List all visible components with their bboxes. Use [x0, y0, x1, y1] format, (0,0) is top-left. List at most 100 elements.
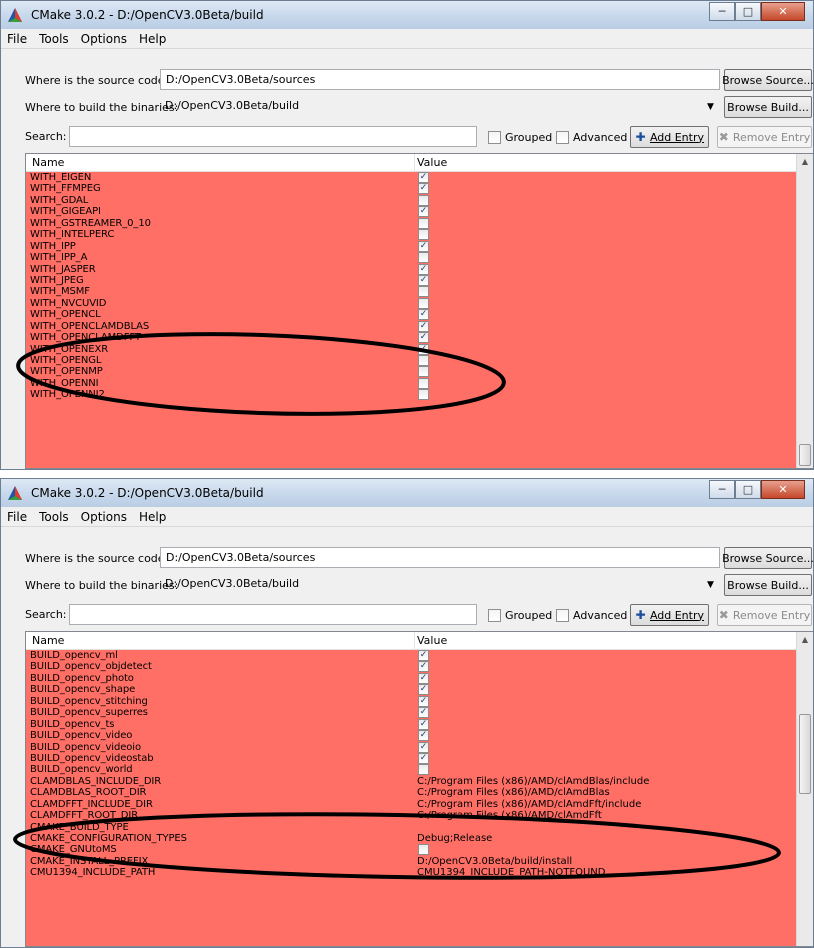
- row-value-checkbox[interactable]: [418, 252, 429, 264]
- row-value-checkbox[interactable]: ✓: [418, 752, 429, 764]
- row-value-checkbox[interactable]: [418, 286, 429, 298]
- menu-help[interactable]: Help: [139, 510, 166, 524]
- row-value-checkbox[interactable]: ✓: [418, 183, 429, 195]
- table-row[interactable]: BUILD_opencv_stitching ✓: [26, 695, 798, 707]
- table-row[interactable]: CLAMDBLAS_INCLUDE_DIR C:/Program Files (x…: [26, 776, 798, 787]
- table-row[interactable]: WITH_OPENCL ✓: [26, 309, 798, 321]
- maximize-button[interactable]: □: [735, 2, 761, 21]
- row-value[interactable]: Debug;Release: [417, 833, 492, 844]
- browse-source-button[interactable]: Browse Source...: [722, 69, 813, 91]
- advanced-checkbox[interactable]: [556, 609, 569, 622]
- table-row[interactable]: WITH_MSMF: [26, 286, 798, 298]
- vertical-scrollbar[interactable]: ▲: [796, 154, 813, 468]
- menu-options[interactable]: Options: [81, 510, 127, 524]
- table-row[interactable]: WITH_OPENCLAMDBLAS ✓: [26, 320, 798, 332]
- row-value-checkbox[interactable]: [418, 229, 429, 241]
- table-row[interactable]: WITH_NVCUVID: [26, 297, 798, 309]
- row-value-checkbox[interactable]: [418, 355, 429, 366]
- row-value-checkbox[interactable]: ✓: [418, 172, 429, 183]
- row-value[interactable]: C:/Program Files (x86)/AMD/clAmdFft/incl…: [417, 799, 641, 810]
- close-button[interactable]: ✕: [761, 480, 805, 499]
- source-input[interactable]: D:/OpenCV3.0Beta/sources: [160, 69, 720, 90]
- add-entry-button[interactable]: ✚ Add Entry: [630, 126, 709, 148]
- row-value-checkbox[interactable]: ✓: [418, 263, 429, 275]
- scroll-thumb[interactable]: [799, 444, 811, 466]
- table-row[interactable]: WITH_IPP_A: [26, 252, 798, 264]
- row-value-checkbox[interactable]: [418, 194, 429, 206]
- row-value-checkbox[interactable]: [418, 366, 429, 378]
- row-value-checkbox[interactable]: [418, 377, 429, 389]
- column-header-value[interactable]: Value: [417, 634, 447, 647]
- table-row[interactable]: WITH_OPENGL: [26, 355, 798, 366]
- table-row[interactable]: CMAKE_INSTALL_PREFIX D:/OpenCV3.0Beta/bui…: [26, 856, 798, 867]
- row-value-checkbox[interactable]: ✓: [418, 707, 429, 719]
- scroll-thumb[interactable]: [799, 714, 811, 794]
- build-combobox[interactable]: D:/OpenCV3.0Beta/build: [160, 96, 720, 117]
- row-value-checkbox[interactable]: [418, 297, 429, 309]
- row-value-checkbox[interactable]: ✓: [418, 650, 429, 661]
- row-value[interactable]: C:/Program Files (x86)/AMD/clAmdBlas/inc…: [417, 776, 649, 787]
- row-value-checkbox[interactable]: [418, 764, 429, 776]
- table-row[interactable]: WITH_EIGEN ✓: [26, 172, 798, 183]
- remove-entry-button[interactable]: ✖ Remove Entry: [717, 126, 812, 148]
- vertical-scrollbar[interactable]: ▲: [796, 632, 813, 946]
- menu-tools[interactable]: Tools: [39, 510, 69, 524]
- search-input[interactable]: [69, 604, 477, 625]
- menu-help[interactable]: Help: [139, 32, 166, 46]
- table-row[interactable]: BUILD_opencv_videostab ✓: [26, 752, 798, 764]
- row-value[interactable]: C:/Program Files (x86)/AMD/clAmdBlas: [417, 787, 610, 798]
- maximize-button[interactable]: □: [735, 480, 761, 499]
- menu-file[interactable]: File: [7, 32, 27, 46]
- table-row[interactable]: BUILD_opencv_photo ✓: [26, 672, 798, 684]
- table-row[interactable]: WITH_IPP ✓: [26, 240, 798, 252]
- column-header-name[interactable]: Name: [32, 156, 64, 169]
- table-row[interactable]: BUILD_opencv_superres ✓: [26, 707, 798, 719]
- row-value-checkbox[interactable]: ✓: [418, 695, 429, 707]
- table-row[interactable]: WITH_GIGEAPI ✓: [26, 206, 798, 218]
- table-row[interactable]: CMAKE_GNUtoMS: [26, 844, 798, 856]
- table-row[interactable]: BUILD_opencv_world: [26, 764, 798, 776]
- row-value-checkbox[interactable]: ✓: [418, 274, 429, 286]
- advanced-checkbox[interactable]: [556, 131, 569, 144]
- scroll-up-icon[interactable]: ▲: [797, 154, 813, 170]
- table-row[interactable]: WITH_OPENCLAMDFFT ✓: [26, 332, 798, 344]
- row-value-checkbox[interactable]: ✓: [418, 672, 429, 684]
- table-row[interactable]: BUILD_opencv_objdetect ✓: [26, 661, 798, 673]
- row-value-checkbox[interactable]: ✓: [418, 240, 429, 252]
- table-row[interactable]: WITH_JASPER ✓: [26, 263, 798, 275]
- table-row[interactable]: CMAKE_CONFIGURATION_TYPES Debug;Release: [26, 833, 798, 844]
- browse-build-button[interactable]: Browse Build...: [724, 574, 812, 596]
- row-value[interactable]: D:/OpenCV3.0Beta/build/install: [417, 856, 572, 867]
- row-value-checkbox[interactable]: ✓: [418, 309, 429, 321]
- table-row[interactable]: BUILD_opencv_ml ✓: [26, 650, 798, 661]
- close-button[interactable]: ✕: [761, 2, 805, 21]
- menu-options[interactable]: Options: [81, 32, 127, 46]
- row-value-checkbox[interactable]: ✓: [418, 320, 429, 332]
- minimize-button[interactable]: ─: [709, 480, 735, 499]
- table-row[interactable]: WITH_OPENNI: [26, 377, 798, 389]
- table-row[interactable]: WITH_INTELPERC: [26, 229, 798, 241]
- table-row[interactable]: BUILD_opencv_videoio ✓: [26, 741, 798, 753]
- row-value[interactable]: CMU1394_INCLUDE_PATH-NOTFOUND: [417, 867, 605, 878]
- row-value-checkbox[interactable]: ✓: [418, 718, 429, 730]
- row-value-checkbox[interactable]: ✓: [418, 661, 429, 673]
- row-value-checkbox[interactable]: [418, 844, 429, 856]
- grouped-checkbox[interactable]: [488, 609, 501, 622]
- table-row[interactable]: WITH_OPENMP: [26, 366, 798, 378]
- column-header-name[interactable]: Name: [32, 634, 64, 647]
- row-value-checkbox[interactable]: ✓: [418, 343, 429, 355]
- column-header-value[interactable]: Value: [417, 156, 447, 169]
- scroll-up-icon[interactable]: ▲: [797, 632, 813, 648]
- row-value-checkbox[interactable]: ✓: [418, 741, 429, 753]
- row-value-checkbox[interactable]: ✓: [418, 206, 429, 218]
- table-row[interactable]: CLAMDFFT_INCLUDE_DIR C:/Program Files (x8…: [26, 799, 798, 810]
- table-row[interactable]: WITH_GDAL: [26, 194, 798, 206]
- browse-build-button[interactable]: Browse Build...: [724, 96, 812, 118]
- row-value-checkbox[interactable]: ✓: [418, 332, 429, 344]
- search-input[interactable]: [69, 126, 477, 147]
- table-row[interactable]: CMU1394_INCLUDE_PATH CMU1394_INCLUDE_PATH…: [26, 867, 798, 878]
- row-value-checkbox[interactable]: [418, 217, 429, 229]
- table-row[interactable]: BUILD_opencv_shape ✓: [26, 684, 798, 696]
- table-row[interactable]: WITH_OPENNI2: [26, 389, 798, 401]
- chevron-down-icon[interactable]: ▼: [707, 102, 714, 112]
